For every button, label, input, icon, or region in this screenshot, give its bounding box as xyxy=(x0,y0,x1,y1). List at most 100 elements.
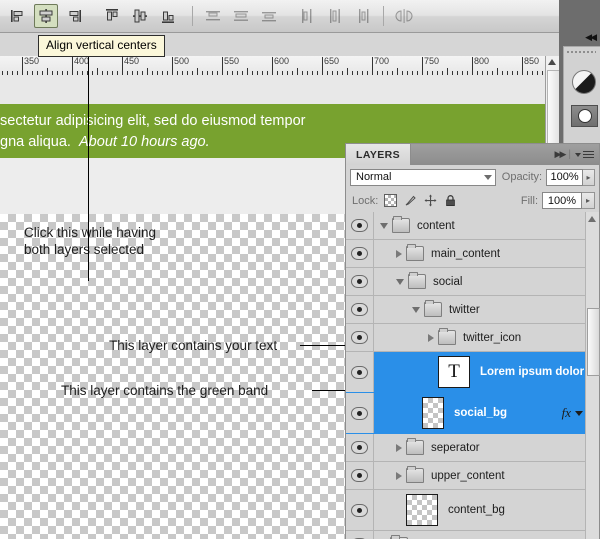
distribute-right-edges-button[interactable] xyxy=(351,4,375,28)
layer-thumbnail xyxy=(406,494,438,526)
lock-image-pixels-button[interactable] xyxy=(403,193,418,208)
distribute-top-edges-button[interactable] xyxy=(201,4,225,28)
panel-menu-icon[interactable] xyxy=(575,151,594,158)
align-left-edges-button[interactable] xyxy=(6,4,30,28)
ruler-major-tick xyxy=(272,57,273,75)
layer-effects-icon[interactable]: fx xyxy=(562,405,575,421)
layer-visibility-toggle[interactable] xyxy=(346,462,374,489)
lock-position-button[interactable] xyxy=(423,193,438,208)
layer-visibility-toggle[interactable] xyxy=(346,393,374,433)
lock-transparent-pixels-button[interactable] xyxy=(383,193,398,208)
layer-effects-twirl-icon[interactable] xyxy=(575,410,583,416)
layer-visibility-toggle[interactable] xyxy=(346,240,374,267)
folder-icon xyxy=(406,244,424,261)
layer-row[interactable]: social_bg fx xyxy=(346,393,599,434)
layer-row-body[interactable]: main_content xyxy=(374,240,599,267)
layer-row[interactable]: header xyxy=(346,531,599,539)
layer-name: content xyxy=(417,219,455,232)
twirl-right-icon[interactable] xyxy=(396,443,402,452)
ruler-major-tick xyxy=(172,57,173,75)
layer-row[interactable]: twitter xyxy=(346,296,599,324)
panel-drag-grip[interactable] xyxy=(566,50,596,55)
vertical-guide-line xyxy=(88,56,89,281)
layer-row-body[interactable]: content xyxy=(374,212,599,239)
ruler-major-tick xyxy=(422,57,423,75)
opacity-stepper[interactable]: ▸ xyxy=(582,168,595,186)
quick-mask-button[interactable] xyxy=(571,105,598,127)
layer-row[interactable]: content_bg xyxy=(346,490,599,531)
distribute-bottom-edges-icon xyxy=(262,12,276,22)
align-bottom-edges-button[interactable] xyxy=(156,4,180,28)
layer-row-body[interactable]: twitter_icon xyxy=(374,324,599,351)
twirl-right-icon[interactable] xyxy=(396,249,402,258)
layer-visibility-toggle[interactable] xyxy=(346,268,374,295)
annotation-green-band-layer: This layer contains the green band xyxy=(61,383,269,398)
layer-row[interactable]: main_content xyxy=(346,240,599,268)
scroll-up-arrow-icon[interactable] xyxy=(548,59,556,65)
align-horizontal-centers-button[interactable] xyxy=(128,4,152,28)
layer-row-body[interactable]: social_bg fx xyxy=(374,393,599,433)
twirl-down-icon[interactable] xyxy=(396,278,404,285)
opacity-input[interactable]: 100% xyxy=(546,168,583,186)
twirl-right-icon[interactable] xyxy=(428,333,434,342)
layer-visibility-toggle[interactable] xyxy=(346,352,374,392)
layer-list[interactable]: content main_content social twitter twitter_… xyxy=(346,212,599,539)
lock-all-icon xyxy=(446,195,456,206)
toolbar-separator-1 xyxy=(192,6,193,26)
layer-row[interactable]: content xyxy=(346,212,599,240)
layer-row[interactable]: upper_content xyxy=(346,462,599,490)
layer-row-body[interactable]: twitter xyxy=(374,296,599,323)
blend-mode-select[interactable]: Normal xyxy=(350,168,496,186)
layer-name: Lorem ipsum dolor ... xyxy=(480,366,597,378)
layer-visibility-toggle[interactable] xyxy=(346,324,374,351)
layer-visibility-toggle[interactable] xyxy=(346,212,374,239)
twirl-down-icon[interactable] xyxy=(380,222,388,229)
ruler-major-tick xyxy=(372,57,373,75)
layer-row-body[interactable]: seperator xyxy=(374,434,599,461)
layer-list-scrollbar-thumb[interactable] xyxy=(587,308,600,376)
ruler-major-tick xyxy=(222,57,223,75)
lock-all-button[interactable] xyxy=(443,193,458,208)
dock-collapse-button[interactable]: ◀◀ xyxy=(559,28,600,46)
layer-visibility-toggle[interactable] xyxy=(346,490,374,530)
align-top-edges-button[interactable] xyxy=(100,4,124,28)
distribute-vertical-centers-icon xyxy=(234,11,248,21)
horizontal-ruler[interactable]: 350 400 450 500 550 600 650 700 750 800 850 xyxy=(0,56,556,76)
annotation-text-layer: This layer contains your text xyxy=(109,338,278,353)
distribute-vertical-centers-button[interactable] xyxy=(229,4,253,28)
fill-stepper[interactable]: ▸ xyxy=(582,192,595,209)
distribute-horizontal-centers-icon xyxy=(330,9,340,23)
align-horizontal-centers-icon xyxy=(133,9,147,23)
layer-list-scrollbar[interactable] xyxy=(585,212,600,539)
tab-layers[interactable]: LAYERS xyxy=(346,144,412,165)
layer-visibility-toggle[interactable] xyxy=(346,296,374,323)
layer-row-body[interactable]: T Lorem ipsum dolor ... xyxy=(374,352,599,392)
layer-row[interactable]: twitter_icon xyxy=(346,324,599,352)
align-vertical-centers-button[interactable] xyxy=(34,4,58,28)
twirl-down-icon[interactable] xyxy=(412,306,420,313)
layer-row[interactable]: social xyxy=(346,268,599,296)
color-swatch-icon[interactable] xyxy=(572,70,596,94)
distribute-left-edges-button[interactable] xyxy=(295,4,319,28)
layer-visibility-toggle[interactable] xyxy=(346,434,374,461)
align-left-edges-icon xyxy=(11,10,23,22)
layer-row-body[interactable]: upper_content xyxy=(374,462,599,489)
expand-panels-icon[interactable]: ▶▶ xyxy=(555,149,567,160)
twirl-right-icon[interactable] xyxy=(396,471,402,480)
layer-row-body[interactable]: header xyxy=(374,531,599,539)
auto-align-layers-button[interactable] xyxy=(392,4,416,28)
layer-row[interactable]: T Lorem ipsum dolor ... xyxy=(346,352,599,393)
layer-list-scroll-up-icon[interactable] xyxy=(588,216,596,222)
ruler-minor-tick xyxy=(397,68,398,75)
layer-name: upper_content xyxy=(431,469,505,482)
distribute-bottom-edges-button[interactable] xyxy=(257,4,281,28)
distribute-horizontal-centers-button[interactable] xyxy=(323,4,347,28)
collapse-panel-icon: ◀◀ xyxy=(585,31,597,42)
align-right-edges-button[interactable] xyxy=(62,4,86,28)
folder-icon xyxy=(424,300,442,317)
fill-input[interactable]: 100% xyxy=(542,192,582,209)
layer-row[interactable]: seperator xyxy=(346,434,599,462)
layer-row-body[interactable]: social xyxy=(374,268,599,295)
layer-row-body[interactable]: content_bg xyxy=(374,490,599,530)
layer-visibility-toggle[interactable] xyxy=(346,531,374,539)
